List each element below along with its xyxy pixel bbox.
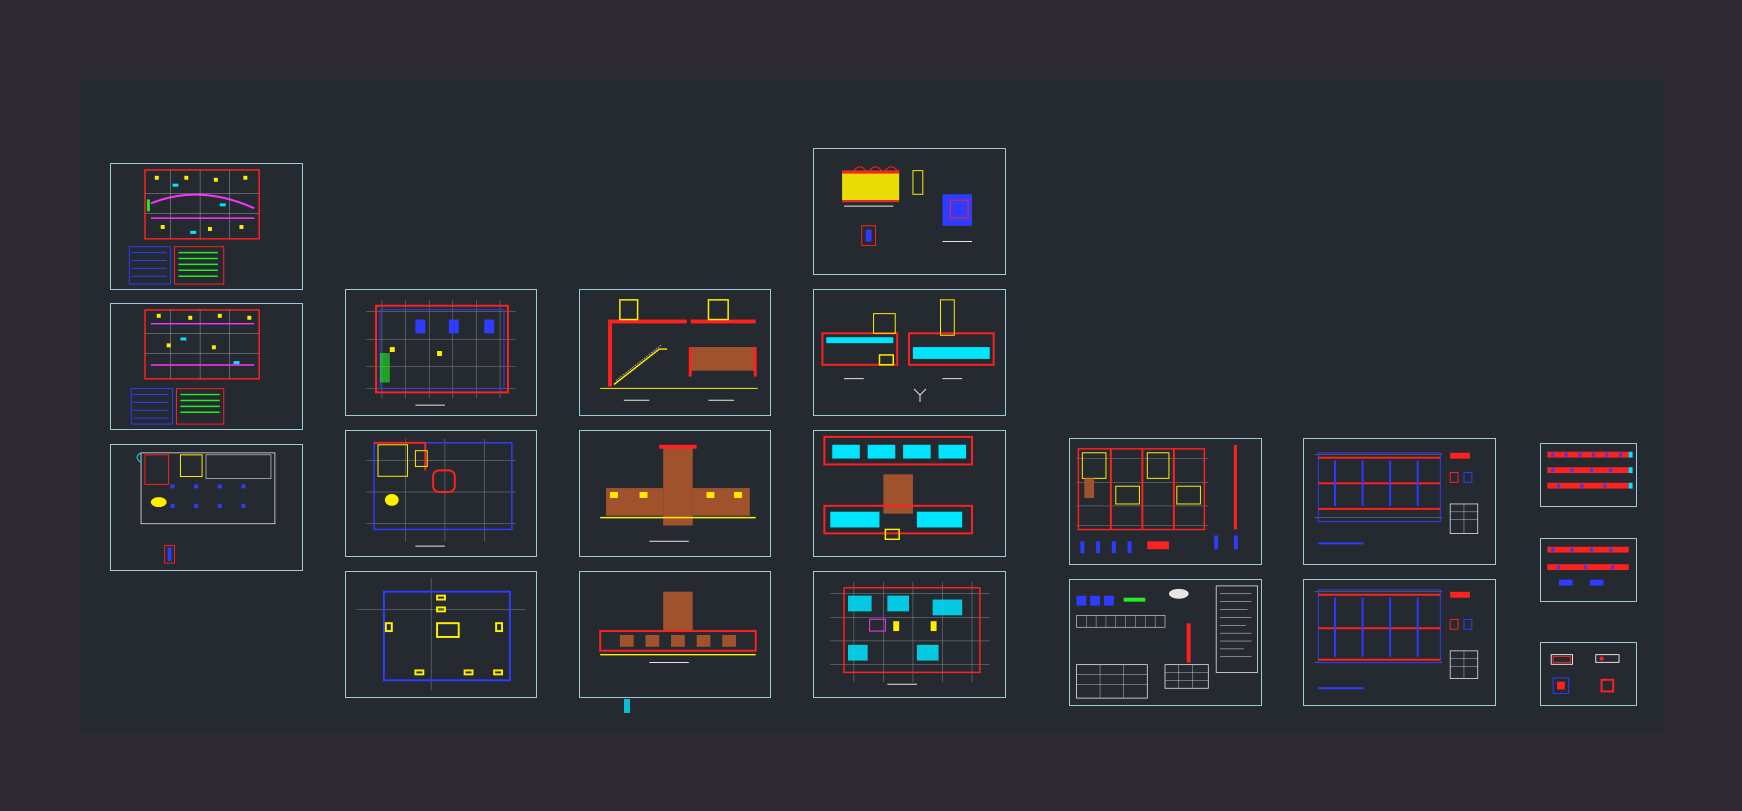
sheet-beam-strips-1[interactable] — [1540, 443, 1637, 507]
sheet-sections-2[interactable] — [813, 289, 1006, 416]
sheet-beam-strips-2[interactable] — [1540, 538, 1637, 602]
sheet-floor-plan-main[interactable] — [345, 289, 537, 416]
sheet-electrical-plan-1[interactable] — [110, 163, 303, 290]
sheet-small-details[interactable] — [1540, 642, 1637, 706]
sheet-electrical-plan-2[interactable] — [110, 303, 303, 430]
stray-block-marker — [624, 699, 630, 713]
sheet-beam-detail-1[interactable] — [1303, 438, 1496, 565]
sheet-beam-detail-2[interactable] — [1303, 579, 1496, 706]
sheet-floor-plan-cyan[interactable] — [813, 571, 1006, 698]
sheet-foundation-plan[interactable] — [345, 571, 537, 698]
model-space-viewport[interactable] — [80, 79, 1664, 733]
sheet-details[interactable] — [813, 148, 1006, 275]
sheet-elevations-cyan[interactable] — [813, 430, 1006, 557]
sheet-floor-plan-upper[interactable] — [345, 430, 537, 557]
ucs-icon — [913, 388, 927, 402]
sheet-structural-notes[interactable] — [1069, 579, 1262, 706]
sheet-elevation-front[interactable] — [579, 430, 771, 557]
sheet-sections[interactable] — [579, 289, 771, 416]
sheet-furniture-plan[interactable] — [110, 444, 303, 571]
sheet-structural-plan[interactable] — [1069, 438, 1262, 565]
sheet-elevation-rear[interactable] — [579, 571, 771, 698]
